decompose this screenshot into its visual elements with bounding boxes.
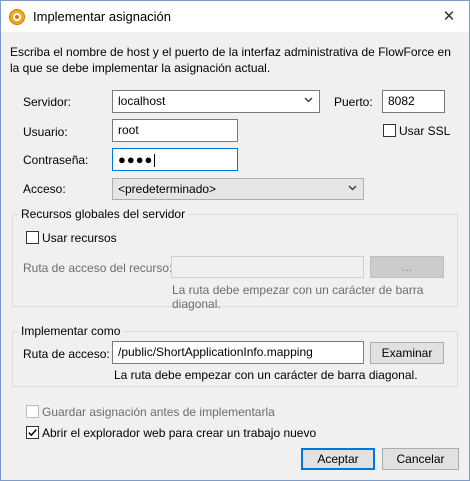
access-value: <predeterminado> (118, 182, 217, 196)
resource-browse-button[interactable]: ... (370, 256, 444, 278)
global-resources-title: Recursos globales del servidor (18, 207, 189, 221)
password-label: Contraseña: (23, 153, 89, 167)
save-before-checkbox[interactable] (26, 405, 39, 418)
description-text: Escriba el nombre de host y el puerto de… (10, 45, 451, 75)
deploy-as-title: Implementar como (18, 324, 124, 338)
user-label: Usuario: (23, 125, 68, 139)
server-combobox[interactable]: localhost (112, 90, 320, 113)
text-caret (154, 154, 156, 168)
resource-path-input[interactable] (171, 256, 364, 278)
checkmark-icon (28, 429, 37, 437)
save-before-label: Guardar asignación antes de implementarl… (42, 405, 275, 419)
password-dots: ●●●● (118, 152, 154, 167)
deploy-path-hint: La ruta debe empezar con un carácter de … (114, 368, 418, 382)
cancel-button[interactable]: Cancelar (382, 448, 459, 470)
dialog-body: Escriba el nombre de host y el puerto de… (1, 32, 469, 480)
chevron-down-icon (304, 97, 313, 103)
user-input[interactable]: root (112, 119, 238, 142)
access-label: Acceso: (23, 182, 66, 196)
port-input[interactable]: 8082 (382, 90, 445, 113)
port-label: Puerto: (334, 95, 373, 109)
access-select[interactable]: <predeterminado> (112, 178, 364, 200)
server-label: Servidor: (23, 95, 72, 109)
accept-button[interactable]: Aceptar (301, 448, 375, 470)
app-icon (9, 9, 25, 25)
browse-button[interactable]: Examinar (370, 342, 444, 364)
use-resources-checkbox[interactable] (26, 231, 39, 244)
close-button[interactable]: ✕ (437, 7, 461, 27)
server-value: localhost (118, 94, 166, 108)
resource-path-hint: La ruta debe empezar con un carácter de … (172, 283, 424, 311)
resource-path-label: Ruta de acceso del recurso: (23, 261, 173, 275)
deploy-path-label: Ruta de acceso: (23, 347, 110, 361)
dialog-title: Implementar asignación (33, 9, 172, 24)
open-browser-checkbox[interactable] (26, 426, 39, 439)
open-browser-label: Abrir el explorador web para crear un tr… (42, 426, 317, 440)
chevron-down-icon (348, 185, 357, 191)
use-resources-label: Usar recursos (42, 231, 117, 245)
dialog-window: Implementar asignación ✕ Escriba el nomb… (0, 0, 470, 481)
password-input[interactable]: ●●●● (112, 148, 238, 171)
deploy-path-input[interactable]: /public/ShortApplicationInfo.mapping (112, 341, 364, 364)
use-ssl-label: Usar SSL (399, 124, 451, 138)
use-ssl-checkbox[interactable] (383, 124, 396, 137)
title-bar[interactable]: Implementar asignación ✕ (1, 1, 469, 32)
